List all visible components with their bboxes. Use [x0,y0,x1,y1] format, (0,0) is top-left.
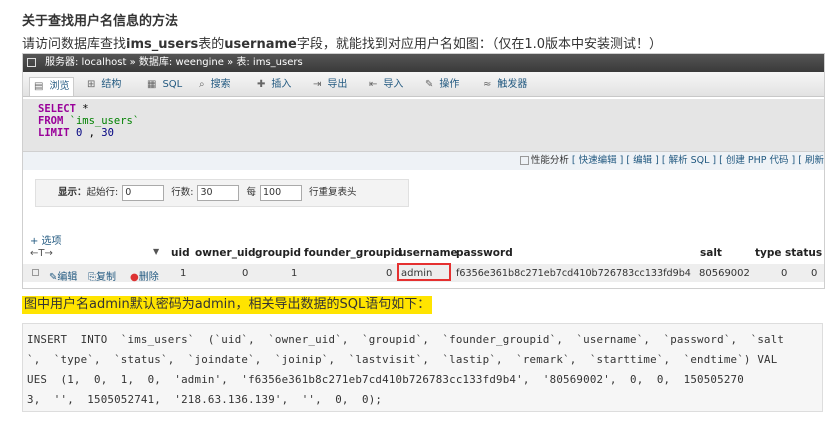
column-header[interactable]: owner_uid [195,247,256,259]
code-line: 3, '', 1505052741, '218.63.136.139', '',… [27,393,383,406]
cell-owner-uid: 0 [242,268,249,279]
edit-button[interactable]: ✎编辑 [49,268,77,283]
row-checkbox[interactable] [32,269,39,276]
navigation-bar: 显示：起始行: 0 行数: 30 每 100 行重复表头 [35,179,409,207]
column-header[interactable]: status [785,247,822,259]
import-icon: ⇤ [369,79,378,90]
profiling-checkbox[interactable] [519,156,529,165]
query-action-links[interactable]: [ 快速编辑 ] [ 编辑 ] [ 解析 SQL ] [ 创建 PHP 代码 ]… [572,155,824,166]
tab-insert[interactable]: ✚ 插入 [257,76,291,94]
sort-dropdown-icon[interactable]: ▼ [153,247,159,256]
structure-icon: ⊞ [87,79,96,90]
profiling-label: 性能分析 [530,155,569,166]
window-icon [27,58,36,67]
tab-import[interactable]: ⇤ 导入 [369,76,403,94]
insert-icon: ✚ [257,79,266,90]
tab-operations[interactable]: ✎ 操作 [425,76,459,94]
code-line: INSERT INTO `ims_users` (`uid`, `owner_u… [27,333,785,346]
delete-button[interactable]: ●删除 [130,268,159,283]
code-line: `, `type`, `status`, `joindate`, `joinip… [27,353,778,366]
show-label: 显示： [58,187,87,198]
intro-text-pre: 请访问数据库查找 [22,37,127,52]
column-header[interactable]: salt [700,247,722,259]
intro-field-name: username [224,37,297,52]
options-link[interactable]: + 选项 [30,232,62,247]
intro-paragraph: 请访问数据库查找ims_users表的username字段，就能找到对应用户名如… [22,33,662,52]
cell-status: 0 [811,268,818,279]
username-highlight-box [397,263,451,281]
column-header[interactable]: groupid [255,247,301,259]
trigger-icon: ≈ [483,79,492,90]
column-header[interactable]: password [456,247,513,259]
cell-uid: 1 [180,268,187,279]
tab-sql[interactable]: ▦ SQL [147,76,182,94]
sql-icon: ▦ [147,79,157,90]
intro-table-name: ims_users [126,37,199,52]
query-links-bar: 性能分析 [ 快速编辑 ] [ 编辑 ] [ 解析 SQL ] [ 创建 PHP… [23,151,824,170]
intro-text-mid: 表的 [198,37,225,52]
sql-query: SELECT * FROM `ims_users` LIMIT 0 , 30 [38,103,140,139]
repeat-header-label: 行重复表头 [309,187,357,198]
tab-bar: ▤ 浏览 ⊞ 结构 ▦ SQL ⌕ 搜索 ✚ 插入 ⇥ 导出 ⇤ 导入 ✎ 操作 ≈ 触发器 [23,72,824,97]
copy-icon: ⎘ [88,272,96,283]
every-label: 每 [246,187,256,198]
tab-structure[interactable]: ⊞ 结构 [87,76,121,94]
tab-export[interactable]: ⇥ 导出 [313,76,347,94]
search-icon: ⌕ [199,79,205,90]
column-header[interactable]: founder_groupid [304,247,402,259]
start-row-input[interactable]: 0 [122,184,165,201]
breadcrumb-bar: 服务器: localhost » 数据库: weengine » 表: ims_… [23,54,824,72]
intro-text-post: 字段，就能找到对应用户名如图：（仅在1.0版本中安装测试！） [296,37,663,52]
tab-browse[interactable]: ▤ 浏览 [29,77,75,96]
highlighted-note: 图中用户名admin默认密码为admin，相关导出数据的SQL语句如下： [22,296,433,314]
column-header[interactable]: uid [171,247,190,259]
breadcrumb[interactable]: 服务器: localhost » 数据库: weengine » 表: ims_… [45,54,303,72]
article-heading: 关于查找用户名信息的方法 [22,14,179,29]
cell-salt: 80569002 [699,268,750,279]
wrench-icon: ✎ [425,79,434,90]
code-line: UES (1, 0, 1, 0, 'admin', 'f6356e361b8c2… [27,373,744,386]
tab-triggers[interactable]: ≈ 触发器 [483,76,527,94]
cell-type: 0 [781,268,788,279]
column-header[interactable]: username [399,247,458,259]
table-header: ▼ uid owner_uid groupid founder_groupid … [23,247,824,263]
cell-founder-groupid: 0 [386,268,393,279]
rows-label: 行数: [171,187,194,198]
delete-icon: ● [130,272,139,283]
cell-password: f6356e361b8c271eb7cd410b726783cc133fd9b4 [456,268,691,279]
rows-input[interactable]: 30 [197,184,240,201]
column-header[interactable]: type [755,247,782,259]
export-icon: ⇥ [313,79,322,90]
repeat-header-input[interactable]: 100 [260,184,302,201]
browse-icon: ▤ [34,81,44,92]
sql-query-box: SELECT * FROM `ims_users` LIMIT 0 , 30 [23,99,824,151]
sql-code-block: INSERT INTO `ims_users` (`uid`, `owner_u… [22,323,823,412]
tab-search[interactable]: ⌕ 搜索 [199,76,231,94]
start-row-label: 起始行: [86,187,119,198]
phpmyadmin-screenshot: 服务器: localhost » 数据库: weengine » 表: ims_… [22,53,825,289]
copy-button[interactable]: ⎘复制 [88,268,116,283]
cell-groupid: 1 [291,268,298,279]
